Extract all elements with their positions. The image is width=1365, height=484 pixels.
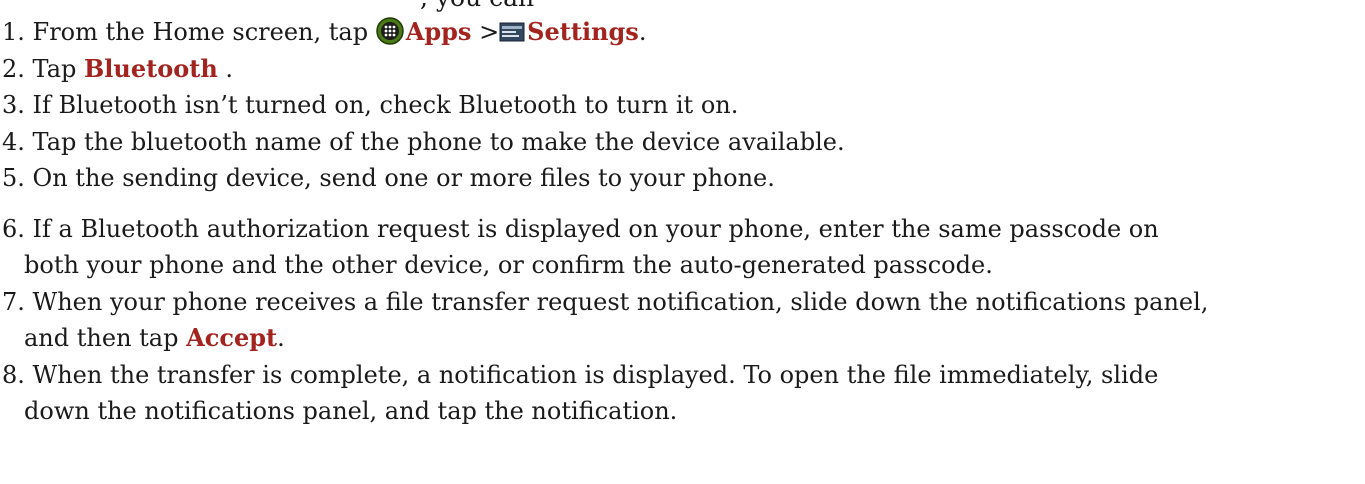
step-end: . [277, 324, 285, 352]
step-1: 1. From the Home screen, tap Apps > Sett… [2, 14, 1362, 51]
step-5: 5. On the sending device, send one or mo… [2, 160, 1362, 197]
step-number: 4. [2, 127, 25, 156]
step-text: and then tap [24, 324, 179, 352]
step-end: . [638, 18, 647, 46]
settings-icon [499, 22, 525, 42]
step-text-continued: and then tap Accept. [2, 320, 1362, 357]
instruction-steps: 1. From the Home screen, tap Apps > Sett… [2, 14, 1362, 430]
step-6: 6. If a Bluetooth authorization request … [2, 211, 1362, 284]
step-text: If a Bluetooth authorization request is … [32, 214, 1159, 243]
apps-icon [375, 17, 404, 45]
step-2: 2. Tap Bluetooth . [2, 51, 1362, 88]
step-text-continued: both your phone and the other device, or… [24, 251, 993, 279]
menu-separator: > [479, 18, 500, 46]
step-number: 2. [2, 54, 25, 83]
step-number: 8. [2, 360, 25, 389]
accept-label: Accept [186, 323, 278, 352]
step-8: 8. When the transfer is complete, a noti… [2, 357, 1362, 430]
step-text: Tap the bluetooth name of the phone to m… [32, 127, 845, 156]
step-text: Tap [32, 54, 77, 83]
step-text: When your phone receives a file transfer… [32, 287, 1209, 316]
step-number: 1. [2, 18, 25, 46]
apps-label: Apps [405, 17, 472, 46]
step-text-continued: down the notifications panel, and tap th… [24, 397, 678, 425]
step-text: When the transfer is complete, a notific… [32, 360, 1159, 389]
step-number: 3. [2, 91, 25, 119]
step-7: 7. When your phone receives a file trans… [2, 284, 1362, 357]
bluetooth-label: Bluetooth [84, 53, 218, 83]
step-text: From the Home screen, tap [32, 18, 369, 46]
settings-label: Settings [527, 17, 639, 46]
step-number: 7. [2, 287, 25, 316]
step-text: On the sending device, send one or more … [32, 164, 775, 192]
step-text: If Bluetooth isn’t turned on, check Blue… [32, 91, 739, 119]
clipped-previous-line: , you can [420, 0, 534, 13]
step-end: . [225, 54, 234, 83]
step-number: 6. [2, 214, 25, 243]
step-4: 4. Tap the bluetooth name of the phone t… [2, 124, 1362, 161]
step-3: 3. If Bluetooth isn’t turned on, check B… [2, 87, 1362, 124]
step-number: 5. [2, 164, 25, 192]
